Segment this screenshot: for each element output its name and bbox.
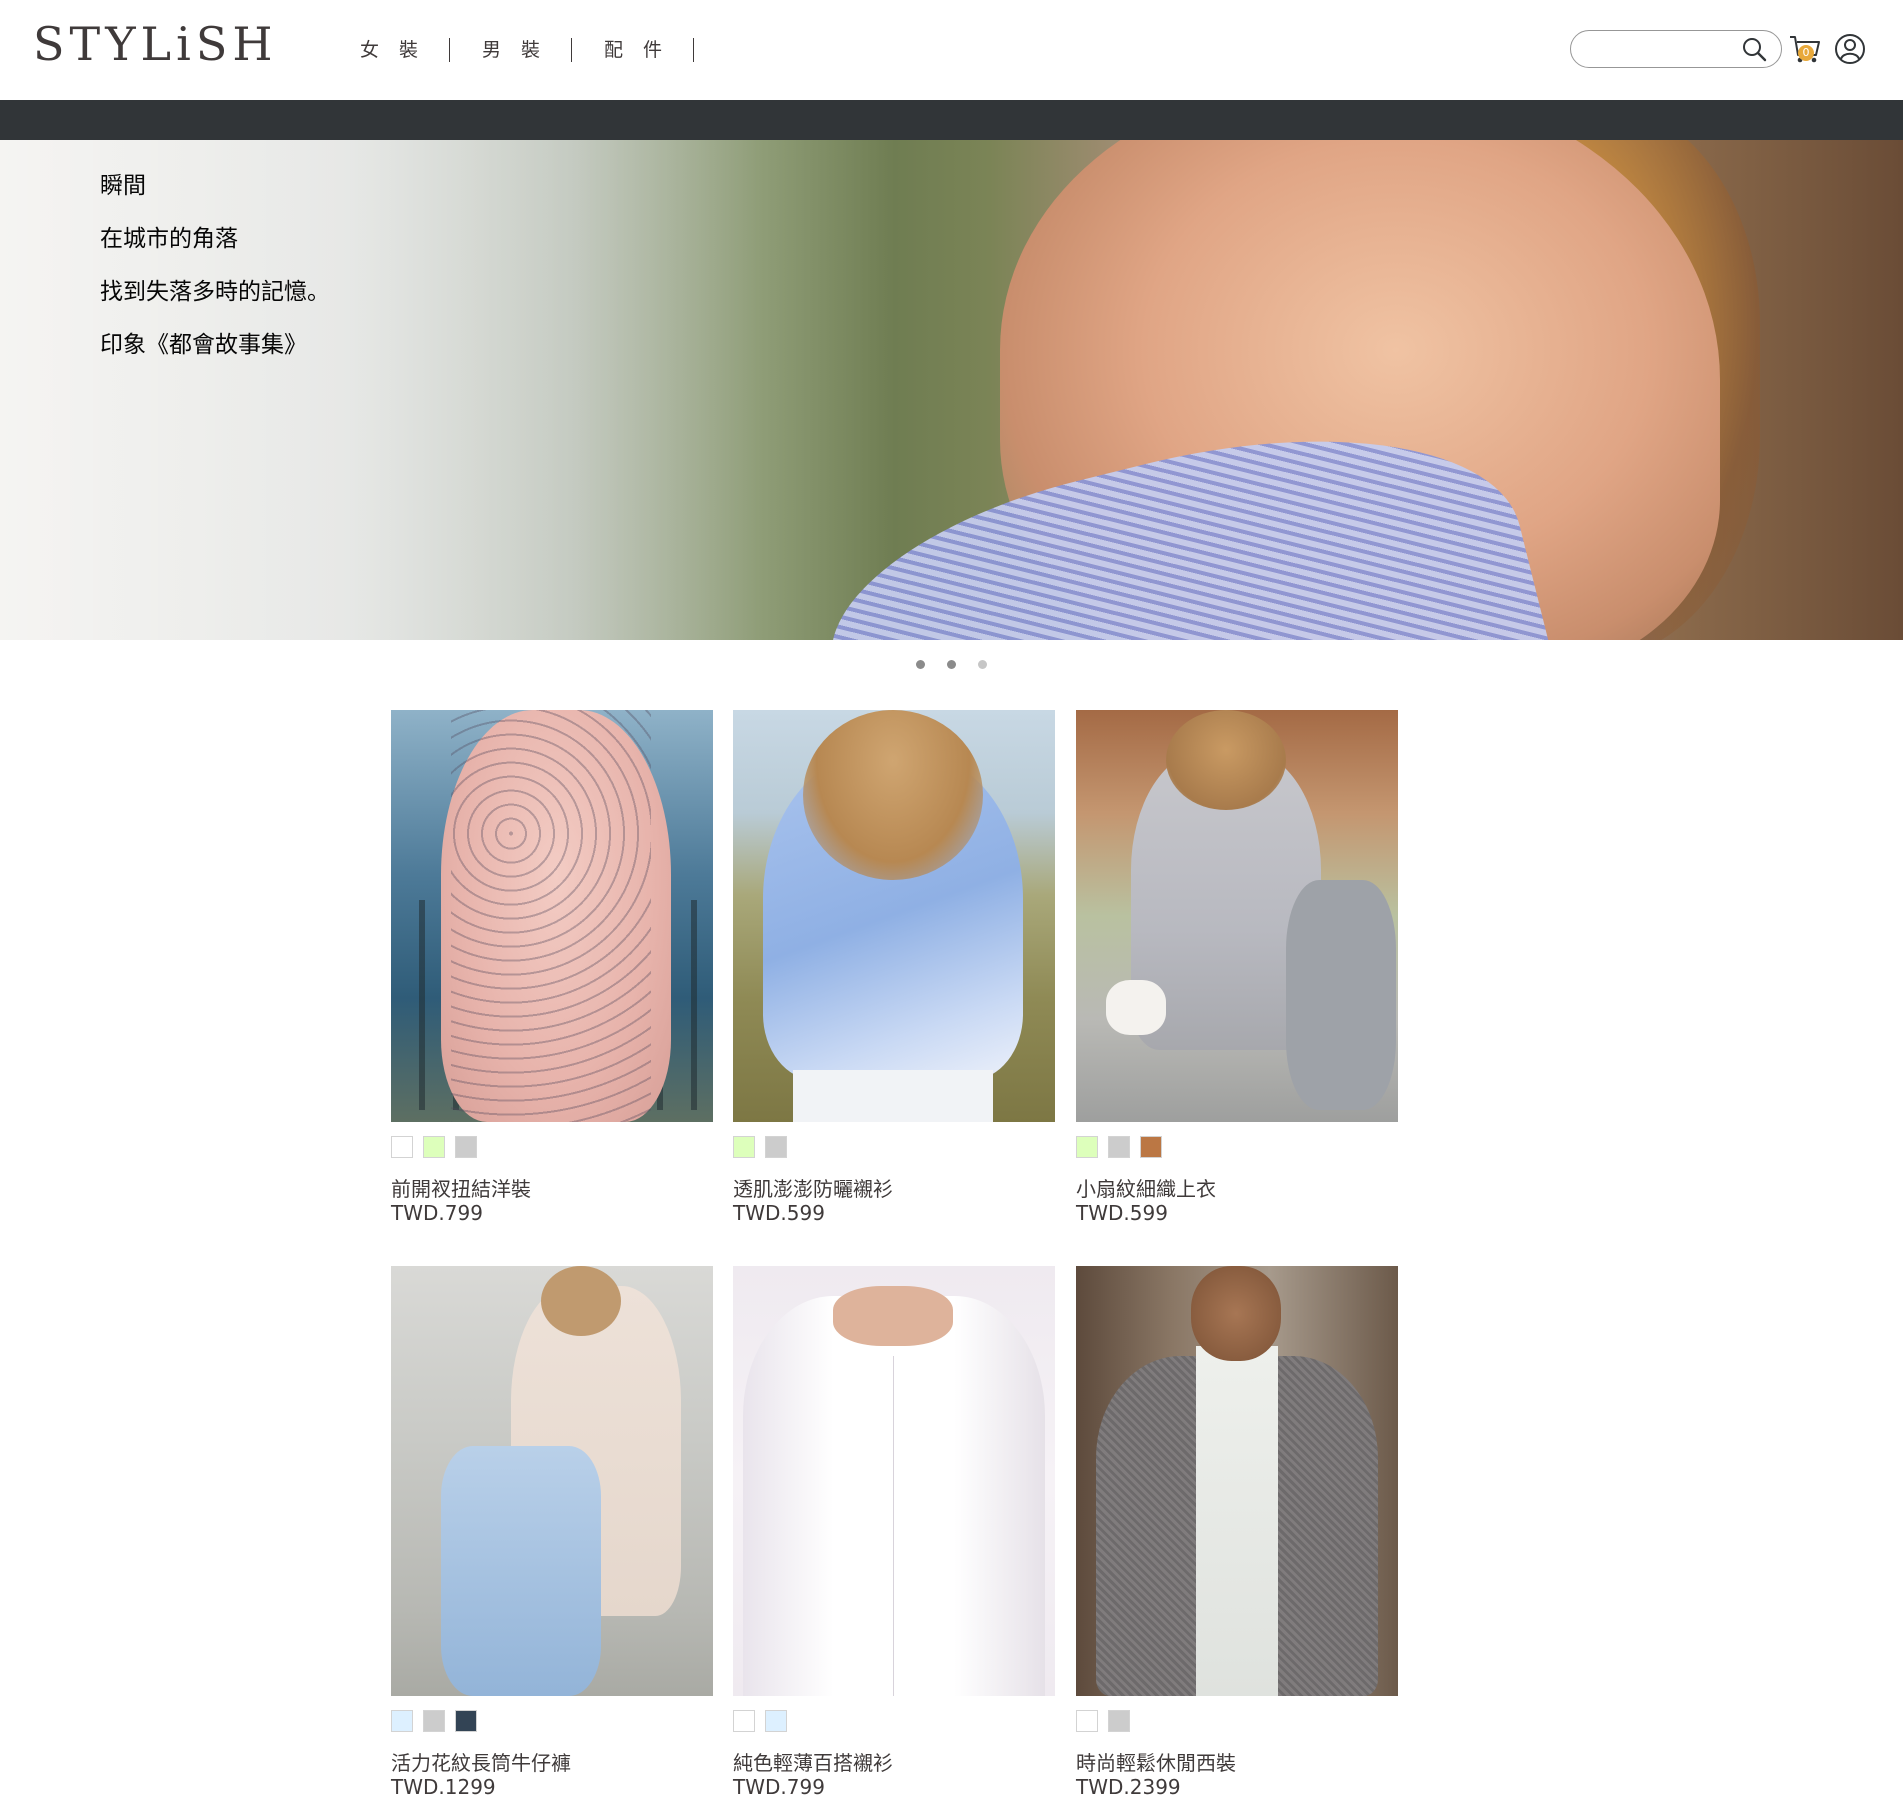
- color-swatches: [1076, 1710, 1130, 1732]
- product-image[interactable]: [1076, 1266, 1398, 1696]
- carousel-dots: [916, 660, 987, 669]
- nav-women[interactable]: 女裝: [330, 38, 451, 62]
- product-price: TWD.2399: [1076, 1775, 1181, 1799]
- color-swatches: [1076, 1136, 1162, 1158]
- color-swatch[interactable]: [765, 1710, 787, 1732]
- hero-line-2: 在城市的角落: [100, 226, 238, 252]
- product-price: TWD.1299: [391, 1775, 496, 1799]
- product-name[interactable]: 時尚輕鬆休閒西裝: [1076, 1747, 1236, 1776]
- product-image[interactable]: [1076, 710, 1398, 1122]
- product-name[interactable]: 透肌澎澎防曬襯衫: [733, 1173, 893, 1202]
- color-swatch[interactable]: [391, 1136, 413, 1158]
- color-swatch[interactable]: [1140, 1136, 1162, 1158]
- color-swatch[interactable]: [423, 1710, 445, 1732]
- hero-story-text: 瞬間 在城市的角落 找到失落多時的記憶。 印象《都會故事集》: [100, 160, 330, 372]
- nav-accessories[interactable]: 配件: [572, 38, 695, 62]
- cart-count-badge: 0: [1798, 45, 1814, 61]
- carousel-dot-3[interactable]: [978, 660, 987, 669]
- color-swatches: [733, 1136, 787, 1158]
- nav-men[interactable]: 男裝: [450, 38, 573, 62]
- product-price: TWD.599: [733, 1201, 825, 1225]
- product-name[interactable]: 小扇紋細織上衣: [1076, 1173, 1216, 1202]
- carousel-dot-1[interactable]: [916, 660, 925, 669]
- product-name[interactable]: 活力花紋長筒牛仔褲: [391, 1747, 571, 1776]
- product-image[interactable]: [733, 1266, 1055, 1696]
- color-swatch[interactable]: [391, 1710, 413, 1732]
- product-name[interactable]: 純色輕薄百搭襯衫: [733, 1747, 893, 1776]
- color-swatch[interactable]: [455, 1136, 477, 1158]
- product-image[interactable]: [391, 710, 713, 1122]
- color-swatches: [733, 1710, 787, 1732]
- color-swatch[interactable]: [733, 1710, 755, 1732]
- product-price: TWD.799: [733, 1775, 825, 1799]
- color-swatch[interactable]: [733, 1136, 755, 1158]
- color-swatches: [391, 1710, 477, 1732]
- color-swatches: [391, 1136, 477, 1158]
- search-input[interactable]: [1587, 37, 1741, 63]
- color-swatch[interactable]: [765, 1136, 787, 1158]
- color-swatch[interactable]: [1076, 1710, 1098, 1732]
- product-name[interactable]: 前開衩扭結洋裝: [391, 1173, 531, 1202]
- carousel-dot-2[interactable]: [947, 660, 956, 669]
- search-icon[interactable]: [1741, 36, 1767, 62]
- site-header: STYLiSH 女裝 男裝 配件 0: [0, 0, 1903, 100]
- member-icon[interactable]: [1834, 33, 1866, 65]
- hero-line-3: 找到失落多時的記憶。: [100, 279, 330, 305]
- header-divider-bar: [0, 100, 1903, 140]
- color-swatch[interactable]: [423, 1136, 445, 1158]
- color-swatch[interactable]: [1076, 1136, 1098, 1158]
- logo[interactable]: STYLiSH: [33, 14, 277, 74]
- hero-line-1: 瞬間: [100, 173, 146, 199]
- product-price: TWD.599: [1076, 1201, 1168, 1225]
- hero-banner[interactable]: 瞬間 在城市的角落 找到失落多時的記憶。 印象《都會故事集》: [0, 140, 1903, 640]
- main-nav: 女裝 男裝 配件: [330, 34, 695, 66]
- product-image[interactable]: [391, 1266, 713, 1696]
- hero-line-4: 印象《都會故事集》: [100, 332, 307, 358]
- color-swatch[interactable]: [1108, 1710, 1130, 1732]
- product-price: TWD.799: [391, 1201, 483, 1225]
- color-swatch[interactable]: [455, 1710, 477, 1732]
- color-swatch[interactable]: [1108, 1136, 1130, 1158]
- product-image[interactable]: [733, 710, 1055, 1122]
